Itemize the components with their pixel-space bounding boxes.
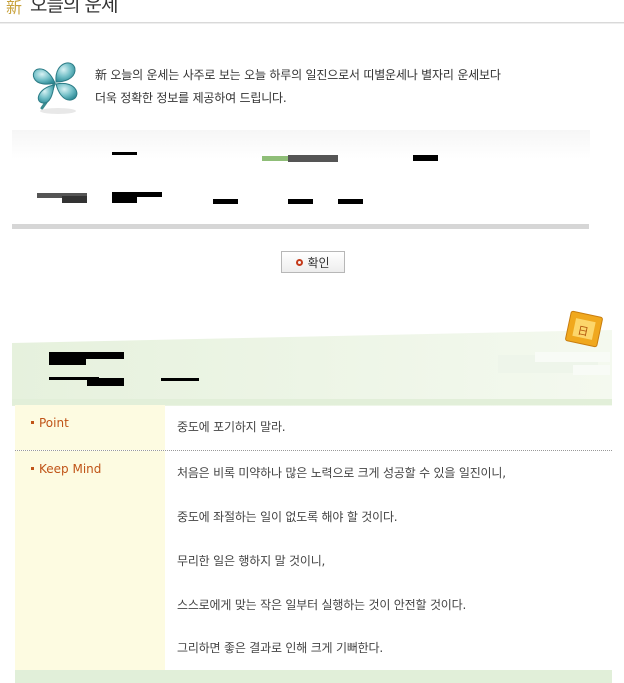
redaction-block [213, 199, 238, 204]
divider [12, 224, 589, 229]
keep-mind-line: 무리한 일은 행하지 말 것이니, [177, 554, 326, 568]
keep-mind-line: 스스로에게 맞는 작은 일부터 실행하는 것이 안전할 것이다. [177, 598, 467, 612]
notebook-icon: 日 [565, 310, 603, 348]
keep-mind-line: 처음은 비록 미약하나 많은 노력으로 크게 성공할 수 있을 일진이니, [177, 466, 506, 480]
clover-icon [32, 62, 78, 114]
confirm-bullet-icon [296, 258, 304, 266]
confirm-button-label: 확인 [307, 255, 330, 270]
redaction-block [338, 199, 363, 204]
redaction-block [288, 155, 338, 162]
page-title: 오늘의 운세 [30, 0, 118, 16]
intro-text: 新 오늘의 운세는 사주로 보는 오늘 하루의 일진으로서 띠별운세나 별자리 … [95, 64, 595, 110]
intro-line-2: 더욱 정확한 정보를 제공하여 드립니다. [95, 91, 287, 105]
redaction-block [262, 156, 288, 161]
keep-mind-line: 그리하면 좋은 결과로 인해 크게 기뻐한다. [177, 641, 383, 655]
keep-mind-label: Keep Mind [31, 462, 101, 476]
title-hanja: 新 [6, 0, 23, 17]
title-bar: 新 오늘의 운세 [0, 0, 624, 24]
redaction-block [288, 199, 313, 204]
redaction-block [413, 155, 438, 161]
table-footer-band [15, 670, 612, 683]
row-divider [15, 450, 612, 451]
redacted-form-area [12, 130, 590, 226]
redaction-block [112, 196, 137, 203]
intro-hanja: 新 [95, 68, 107, 82]
label-cell-bg [15, 451, 165, 670]
result-header-band: 日 [12, 310, 612, 406]
fortune-table: Point 중도에 포기하지 말라. Keep Mind 처음은 비록 미약하나… [15, 405, 612, 670]
confirm-button[interactable]: 확인 [281, 251, 345, 273]
point-label: Point [31, 416, 69, 430]
keep-mind-line: 중도에 좌절하는 일이 없도록 해야 할 것이다. [177, 510, 398, 524]
point-text: 중도에 포기하지 말라. [177, 420, 286, 434]
intro-line-1: 新 오늘의 운세는 사주로 보는 오늘 하루의 일진으로서 띠별운세나 별자리 … [95, 68, 501, 82]
redaction-block [62, 196, 87, 203]
redaction-block [112, 152, 137, 155]
